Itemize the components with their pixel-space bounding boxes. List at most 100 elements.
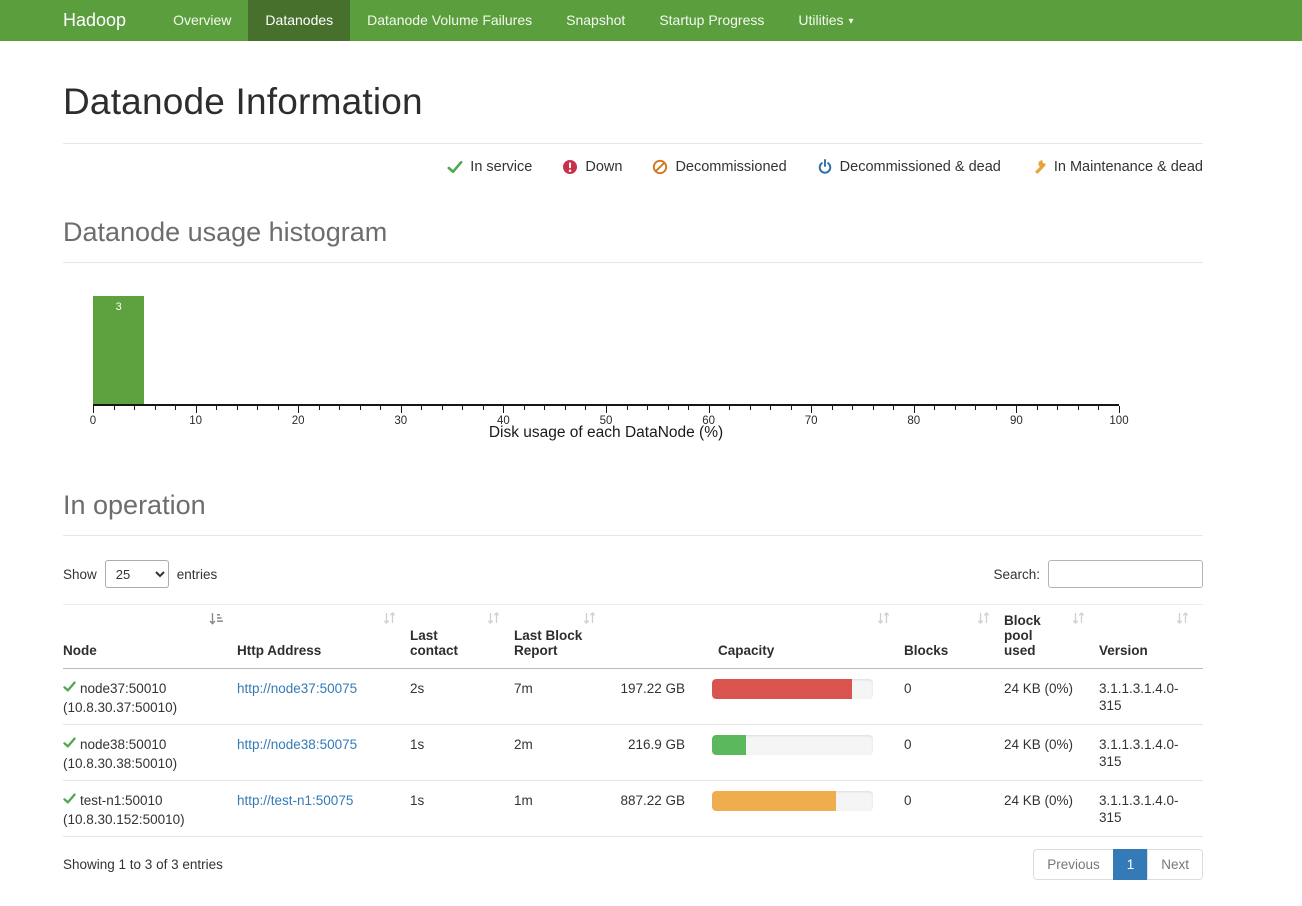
axis-tick [216,406,217,410]
capacity-value: 216.9 GB [610,736,685,753]
axis-tick [1016,406,1017,413]
axis-tick [1057,406,1058,410]
datanodes-table: Node Http Address Last contact [63,604,1203,837]
axis-tick [196,406,197,413]
axis-tick [934,406,935,410]
show-label: Show [63,567,97,582]
axis-tick [996,406,997,410]
histogram-section-title: Datanode usage histogram [63,217,1203,248]
nav-item-startup-progress[interactable]: Startup Progress [642,0,781,41]
axis-tick [627,406,628,410]
axis-tick [1098,406,1099,410]
legend-label: Down [585,159,622,175]
legend-label: Decommissioned [675,159,786,175]
page-1-button[interactable]: 1 [1113,849,1149,880]
column-label: Version [1099,643,1148,658]
block-pool-used-value: 24 KB (0%) [1004,725,1099,781]
axis-tick [955,406,956,410]
axis-tick [709,406,710,413]
power-icon [817,159,833,175]
http-address-link[interactable]: http://node38:50075 [237,737,357,752]
search-control: Search: [993,560,1203,588]
axis-tick [668,406,669,410]
node-address: node38:50010 [80,736,166,753]
previous-page-button[interactable]: Previous [1033,849,1114,880]
table-row: node37:50010 (10.8.30.37:50010) http://n… [63,669,1203,725]
histogram-plot: 01020304050607080901003 [93,296,1119,406]
axis-tick [832,406,833,410]
legend-maintenance-dead: In Maintenance & dead [1031,159,1203,175]
axis-tick [298,406,299,413]
sort-both-icon [877,612,890,627]
column-header-last-contact[interactable]: Last contact [410,605,514,669]
column-label: Block pool used [1004,613,1048,658]
axis-tick [401,406,402,413]
axis-tick [811,406,812,413]
axis-tick [421,406,422,410]
table-row: test-n1:50010 (10.8.30.152:50010) http:/… [63,781,1203,837]
last-contact-value: 1s [410,781,514,837]
column-header-version[interactable]: Version [1099,605,1203,669]
column-header-http-address[interactable]: Http Address [237,605,410,669]
column-label: Last contact [410,628,472,658]
axis-tick [237,406,238,410]
table-header-row: Node Http Address Last contact [63,605,1203,669]
column-header-block-pool-used[interactable]: Block pool used [1004,605,1099,669]
showing-entries-text: Showing 1 to 3 of 3 entries [63,857,223,872]
axis-tick [565,406,566,410]
http-address-link[interactable]: http://test-n1:50075 [237,793,353,808]
capacity-bar-fill [712,735,746,755]
capacity-bar [712,679,873,699]
column-header-blocks[interactable]: Blocks [904,605,1004,669]
axis-tick [606,406,607,413]
sort-both-icon [977,612,990,627]
histogram-bar-value: 3 [93,301,144,313]
table-controls: Show 25 entries Search: [63,560,1203,588]
capacity-bar-fill [712,791,836,811]
legend-down: Down [562,159,622,175]
axis-tick [647,406,648,410]
axis-tick [360,406,361,410]
check-icon [447,159,463,175]
check-icon [63,792,76,809]
histogram-x-axis-label: Disk usage of each DataNode (%) [93,424,1119,442]
nav-item-snapshot[interactable]: Snapshot [549,0,642,41]
column-label: Node [63,643,97,658]
block-pool-used-value: 24 KB (0%) [1004,669,1099,725]
page-size-control: Show 25 entries [63,560,217,588]
nav-item-overview[interactable]: Overview [156,0,248,41]
axis-tick [750,406,751,410]
ban-circle-icon [652,159,668,175]
column-header-last-block-report[interactable]: Last Block Report [514,605,610,669]
legend-decommissioned: Decommissioned [652,159,786,175]
column-label: Capacity [718,643,774,658]
status-legend: In service Down Decommissioned Decommiss… [63,159,1203,175]
http-address-link[interactable]: http://node37:50075 [237,681,357,696]
histogram-divider [63,262,1203,263]
next-page-button[interactable]: Next [1147,849,1203,880]
column-header-node[interactable]: Node [63,605,237,669]
nav-item-utilities[interactable]: Utilities▾ [781,0,870,41]
in-operation-divider [63,535,1203,536]
axis-tick [257,406,258,410]
sort-both-icon [1072,612,1085,627]
column-header-capacity[interactable]: Capacity [610,605,904,669]
axis-tick [339,406,340,410]
version-value: 3.1.1.3.1.4.0-315 [1099,725,1203,781]
histogram-bar: 3 [93,296,144,404]
blocks-value: 0 [904,669,1004,725]
axis-tick [155,406,156,410]
sort-both-icon [383,612,396,627]
brand-hadoop[interactable]: Hadoop [63,0,156,41]
check-icon [63,680,76,697]
node-ip: (10.8.30.152:50010) [63,811,231,828]
search-input[interactable] [1048,560,1203,588]
column-label: Blocks [904,643,948,658]
title-divider [63,143,1203,144]
pagination: Previous 1 Next [1033,849,1203,880]
nav-item-datanodes[interactable]: Datanodes [248,0,350,41]
axis-tick [770,406,771,410]
utilities-label: Utilities [798,12,843,28]
page-size-select[interactable]: 25 [105,560,169,588]
nav-item-datanode-volume-failures[interactable]: Datanode Volume Failures [350,0,549,41]
